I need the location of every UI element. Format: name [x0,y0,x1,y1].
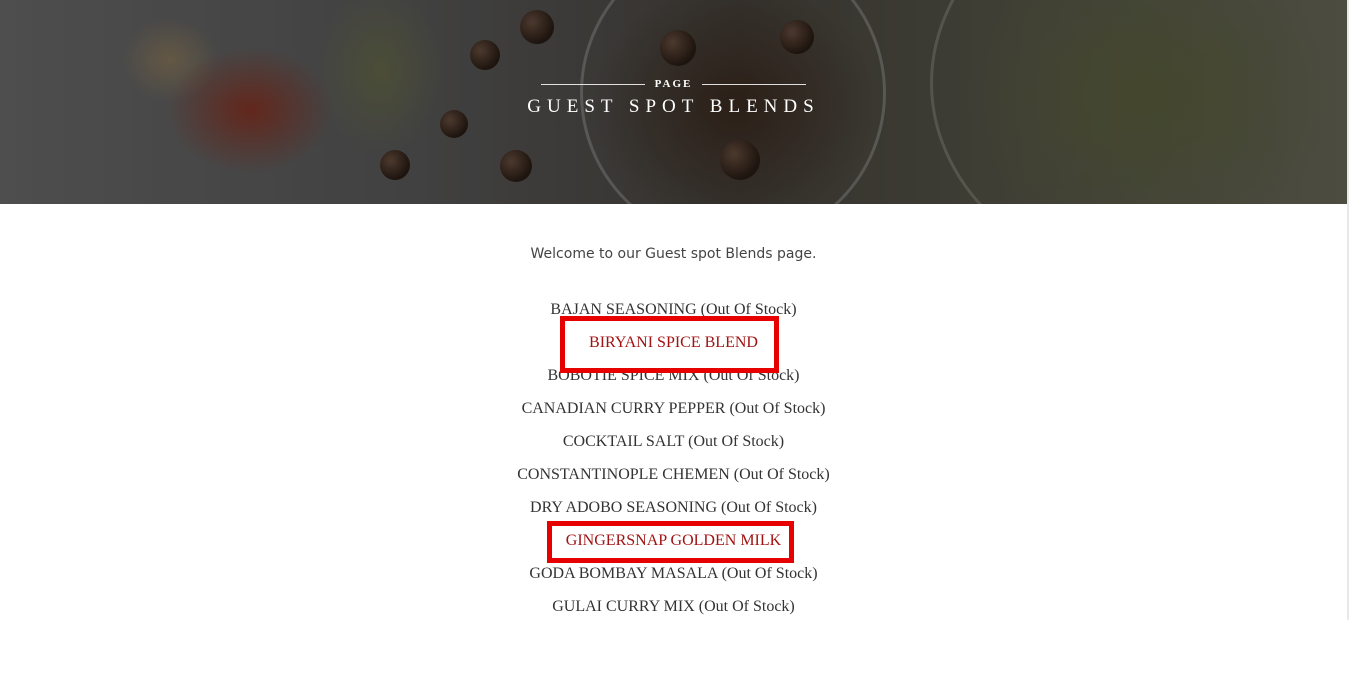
page-eyebrow: PAGE [654,78,693,90]
blend-item: GINGERSNAP GOLDEN MILK [0,531,1347,564]
stock-status: (Out Of Stock) [729,400,826,417]
hero-banner: PAGE GUEST SPOT BLENDS [0,0,1347,204]
blend-link[interactable]: BIRYANI SPICE BLEND [589,334,758,351]
blend-link[interactable]: GINGERSNAP GOLDEN MILK [566,532,781,549]
blend-item: GODA BOMBAY MASALA (Out Of Stock) [0,564,1347,597]
divider [540,83,645,85]
blend-item: COCKTAIL SALT (Out Of Stock) [0,432,1347,465]
stock-status: (Out Of Stock) [700,301,797,318]
blend-link[interactable]: GODA BOMBAY MASALA [529,565,717,582]
blend-item: DRY ADOBO SEASONING (Out Of Stock) [0,498,1347,531]
eyebrow-row: PAGE [0,78,1347,90]
stock-status: (Out Of Stock) [703,367,800,384]
stock-status: (Out Of Stock) [688,433,785,450]
blend-item: CANADIAN CURRY PEPPER (Out Of Stock) [0,399,1347,432]
blend-item: BIRYANI SPICE BLEND [0,333,1347,366]
stock-status: (Out Of Stock) [698,598,795,615]
blend-list: BAJAN SEASONING (Out Of Stock) BIRYANI S… [0,300,1347,630]
hero-title-block: PAGE GUEST SPOT BLENDS [0,78,1347,118]
blend-link[interactable]: DRY ADOBO SEASONING [530,499,717,516]
blend-item: BAJAN SEASONING (Out Of Stock) [0,300,1347,333]
blend-link[interactable]: GULAI CURRY MIX [552,598,695,615]
welcome-text: Welcome to our Guest spot Blends page. [530,246,817,262]
divider [702,83,807,85]
blend-link[interactable]: CANADIAN CURRY PEPPER [522,400,726,417]
stock-status: (Out Of Stock) [721,565,818,582]
blend-item: GULAI CURRY MIX (Out Of Stock) [0,597,1347,630]
blend-link[interactable]: CONSTANTINOPLE CHEMEN [517,466,730,483]
blend-link[interactable]: BAJAN SEASONING [550,301,696,318]
blend-item: CONSTANTINOPLE CHEMEN (Out Of Stock) [0,465,1347,498]
stock-status: (Out Of Stock) [733,466,830,483]
page-title: GUEST SPOT BLENDS [527,96,820,117]
main-content: Welcome to our Guest spot Blends page. B… [0,204,1347,690]
blend-link[interactable]: COCKTAIL SALT [563,433,684,450]
blend-item: BOBOTIE SPICE MIX (Out Of Stock) [0,366,1347,399]
blend-link[interactable]: BOBOTIE SPICE MIX [548,367,700,384]
stock-status: (Out Of Stock) [721,499,817,516]
